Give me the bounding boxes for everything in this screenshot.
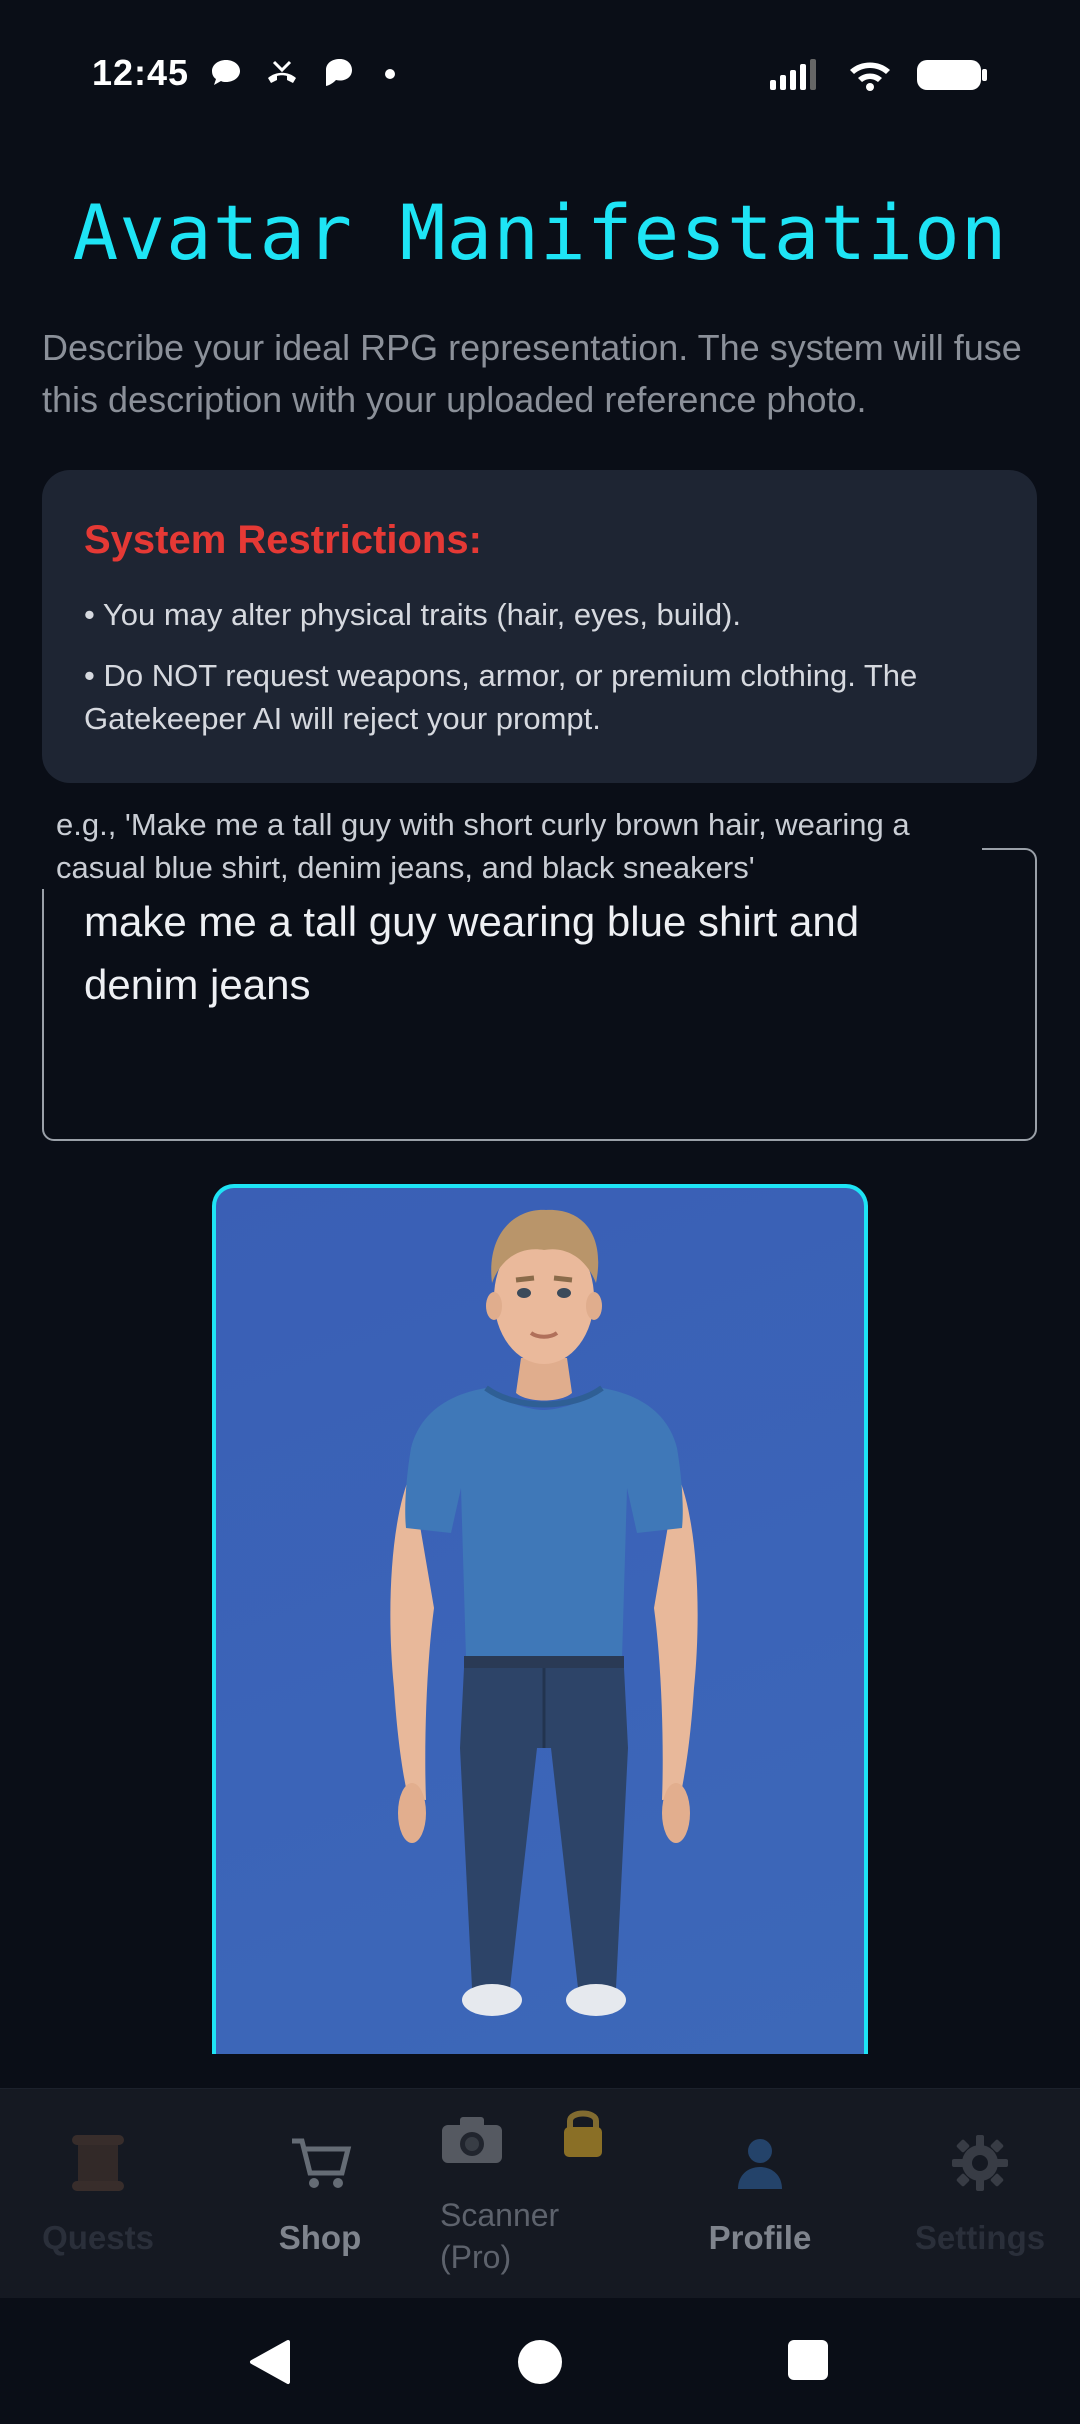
cart-icon bbox=[288, 2131, 352, 2208]
missed-call-icon bbox=[268, 60, 296, 83]
camera-icon bbox=[440, 2111, 504, 2180]
lock-icon bbox=[558, 2103, 608, 2174]
avatar-preview bbox=[212, 1184, 868, 2054]
status-bar: 12:45 bbox=[0, 0, 1080, 150]
wifi-icon bbox=[850, 62, 890, 91]
system-navigation-bar bbox=[0, 2298, 1080, 2424]
back-icon[interactable] bbox=[248, 2338, 292, 2386]
nav-label-settings: Settings bbox=[914, 2219, 1046, 2256]
notification-icons bbox=[208, 56, 412, 90]
chat-bubble-icon bbox=[212, 60, 240, 85]
nav-label-shop: Shop bbox=[278, 2219, 362, 2256]
battery-icon bbox=[917, 60, 987, 90]
nav-item-shop[interactable]: Shop bbox=[220, 2089, 420, 2299]
restrictions-title: System Restrictions: bbox=[84, 518, 482, 562]
nav-item-quests[interactable]: Quests bbox=[0, 2089, 196, 2299]
restriction-item: • Do NOT request weapons, armor, or prem… bbox=[84, 658, 918, 736]
page-subtitle: Describe your ideal RPG representation. … bbox=[42, 327, 1022, 420]
status-time: 12:45 bbox=[92, 52, 190, 93]
nav-label-quests: Quests bbox=[42, 2219, 154, 2256]
signal-icon bbox=[770, 59, 816, 90]
avatar-prompt-label: e.g., 'Make me a tall guy with short cur… bbox=[42, 803, 982, 889]
app-notification-icon bbox=[326, 59, 352, 86]
nav-item-scanner-pro[interactable]: Scanner (Pro) bbox=[440, 2089, 640, 2299]
nav-label-scanner: Scanner (Pro) bbox=[440, 2197, 560, 2275]
system-status-icons bbox=[768, 58, 988, 92]
nav-item-profile[interactable]: Profile bbox=[660, 2089, 860, 2299]
avatar-image bbox=[390, 1209, 698, 2016]
more-dot-icon bbox=[385, 69, 395, 79]
bottom-navigation: Quests Shop Scanner (Pro) Profile Setting… bbox=[0, 2088, 1080, 2299]
restrictions-card: System Restrictions: • You may alter phy… bbox=[42, 470, 1037, 783]
nav-label-profile: Profile bbox=[708, 2219, 812, 2256]
gear-icon bbox=[948, 2131, 1012, 2208]
page-title: Avatar Manifestation bbox=[72, 188, 1008, 277]
restriction-item: • You may alter physical traits (hair, e… bbox=[84, 597, 741, 632]
scroll-icon bbox=[68, 2131, 128, 2208]
person-icon bbox=[730, 2131, 790, 2208]
nav-item-settings[interactable]: Settings bbox=[880, 2089, 1080, 2299]
home-icon[interactable] bbox=[516, 2338, 564, 2386]
recents-icon[interactable] bbox=[786, 2338, 830, 2382]
avatar-prompt-value[interactable]: make me a tall guy wearing blue shirt an… bbox=[84, 890, 984, 1016]
